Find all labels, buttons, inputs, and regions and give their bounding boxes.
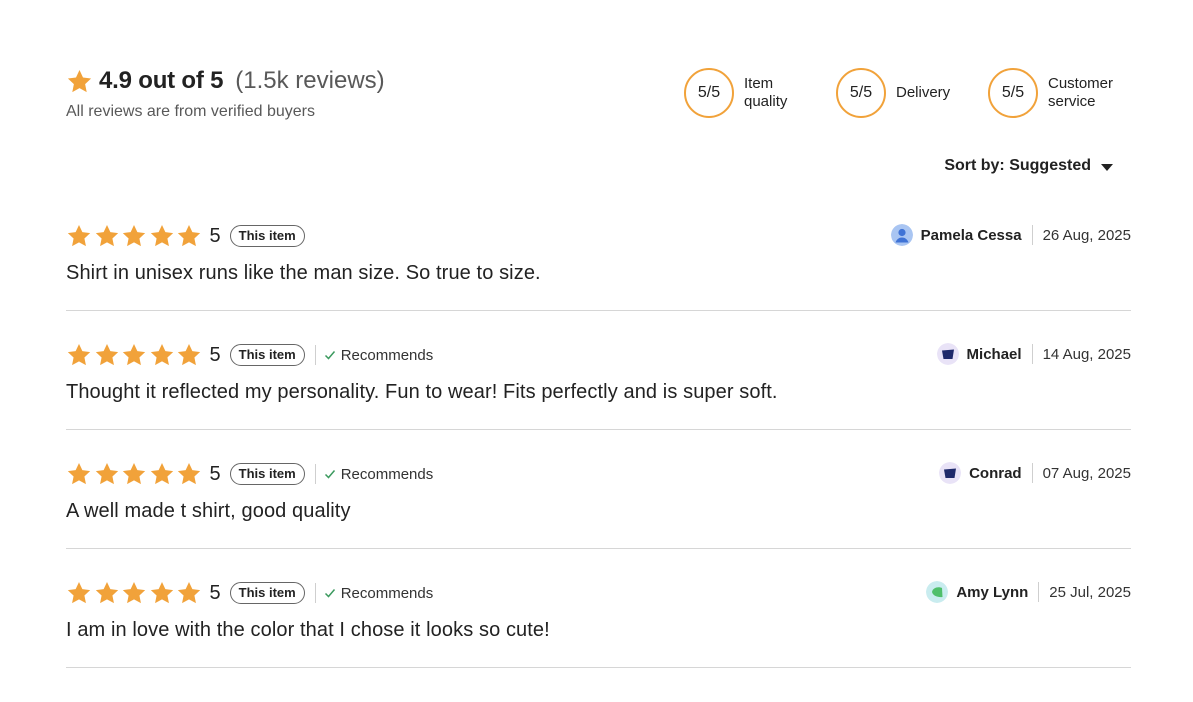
star-icon [177, 462, 201, 485]
category-label: Customer service [1048, 75, 1114, 110]
review-date: 25 Jul, 2025 [1049, 583, 1131, 601]
summary-line: 4.9 out of 5 (1.5k reviews) [66, 64, 385, 98]
this-item-badge: This item [229, 582, 305, 604]
meta-divider [1031, 225, 1033, 245]
review-meta: Pamela Cessa 26 Aug, 2025 [890, 222, 1131, 248]
category-label: Item quality [744, 75, 788, 110]
default-person-icon [890, 224, 913, 246]
review-item: 5 This item Recommends Conrad 07 Aug, 2025 A … [66, 434, 1131, 549]
score-ring: 5/5 [836, 68, 886, 118]
review-meta: Conrad 07 Aug, 2025 [939, 460, 1131, 486]
review-rating-row: 5 This item [66, 222, 305, 250]
meta-divider [1038, 582, 1040, 602]
verified-note: All reviews are from verified buyers [66, 103, 315, 120]
this-item-badge: This item [229, 344, 305, 366]
star-icon [67, 462, 91, 485]
star-icon [177, 343, 201, 366]
review-date: 26 Aug, 2025 [1042, 226, 1131, 244]
category-label: Delivery [896, 84, 951, 101]
sort-label: Sort by: Suggested [944, 157, 1091, 174]
rating-number: 5 [209, 462, 221, 485]
review-meta: Michael 14 Aug, 2025 [936, 341, 1131, 367]
star-icon [122, 343, 146, 366]
navy-shape-icon [939, 462, 962, 484]
star-rating [66, 580, 204, 606]
recommends-label: Recommends [340, 465, 434, 483]
rating-number: 5 [209, 581, 221, 604]
reviewer-name[interactable]: Michael [967, 346, 1022, 363]
star-icon [177, 581, 201, 604]
reviewer-name[interactable]: Conrad [969, 465, 1022, 482]
star-icon [122, 581, 146, 604]
review-count: (1.5k reviews) [235, 67, 385, 94]
summary-score: 4.9 out of 5 [99, 67, 224, 94]
star-icon [122, 462, 146, 485]
review-text: A well made t shirt, good quality [66, 500, 351, 522]
star-icon [67, 69, 92, 92]
category-customer-service: 5/5 Customer service [988, 68, 1128, 118]
rating-number: 5 [209, 343, 221, 366]
this-item-badge: This item [229, 463, 305, 485]
category-item-quality: 5/5 Item quality [684, 68, 814, 118]
review-rating-row: 5 This item Recommends [66, 579, 433, 607]
star-icon [95, 343, 118, 366]
reviewer-name[interactable]: Amy Lynn [956, 584, 1028, 601]
check-icon [324, 351, 335, 360]
rating-summary: 4.9 out of 5 (1.5k reviews) All reviews … [66, 64, 385, 121]
reviewer-name[interactable]: Pamela Cessa [921, 227, 1022, 244]
rating-number: 5 [209, 224, 221, 247]
navy-shape-icon [936, 343, 959, 365]
star-rating [66, 223, 204, 249]
sort-dropdown[interactable]: Sort by: Suggested [944, 157, 1113, 175]
recommends-badge: Recommends [314, 464, 434, 484]
caret-down-icon [1101, 163, 1113, 171]
star-icon [150, 343, 173, 366]
recommends-badge: Recommends [314, 583, 434, 603]
clipped-top-text [900, 0, 930, 4]
review-text: Thought it reflected my personality. Fun… [66, 381, 778, 403]
score-ring: 5/5 [684, 68, 734, 118]
check-icon [324, 589, 335, 598]
star-icon [122, 224, 146, 247]
star-icon [67, 224, 91, 247]
this-item-badge: This item [229, 225, 305, 247]
review-item: 5 This item Recommends Amy Lynn 25 Jul, 2025… [66, 553, 1131, 668]
review-list: 5 This item Pamela Cessa 26 Aug, 2025 Shirt … [66, 196, 1131, 672]
review-date: 14 Aug, 2025 [1042, 345, 1131, 363]
review-item: 5 This item Pamela Cessa 26 Aug, 2025 Shirt … [66, 196, 1131, 311]
check-icon [324, 470, 335, 479]
star-icon [150, 224, 173, 247]
meta-divider [1031, 344, 1033, 364]
star-icon [150, 581, 173, 604]
recommends-badge: Recommends [314, 345, 434, 365]
review-date: 07 Aug, 2025 [1042, 464, 1131, 482]
star-icon [67, 343, 91, 366]
category-ratings: 5/5 Item quality 5/5 Delivery 5/5 Custom… [684, 68, 1128, 118]
review-text: Shirt in unisex runs like the man size. … [66, 262, 541, 284]
star-rating [66, 461, 204, 487]
meta-divider [1031, 463, 1033, 483]
star-icon [67, 581, 91, 604]
recommends-label: Recommends [340, 346, 434, 364]
review-item: 5 This item Recommends Michael 14 Aug, 2025 T… [66, 315, 1131, 430]
star-icon [95, 581, 118, 604]
score-ring: 5/5 [988, 68, 1038, 118]
star-rating [66, 342, 204, 368]
review-rating-row: 5 This item Recommends [66, 341, 433, 369]
review-meta: Amy Lynn 25 Jul, 2025 [926, 579, 1131, 605]
star-icon [177, 224, 201, 247]
review-rating-row: 5 This item Recommends [66, 460, 433, 488]
star-icon [95, 224, 118, 247]
recommends-label: Recommends [340, 584, 434, 602]
category-delivery: 5/5 Delivery [836, 68, 966, 118]
star-icon [95, 462, 118, 485]
star-icon [150, 462, 173, 485]
green-shape-icon [926, 581, 949, 603]
review-text: I am in love with the color that I chose… [66, 619, 550, 641]
